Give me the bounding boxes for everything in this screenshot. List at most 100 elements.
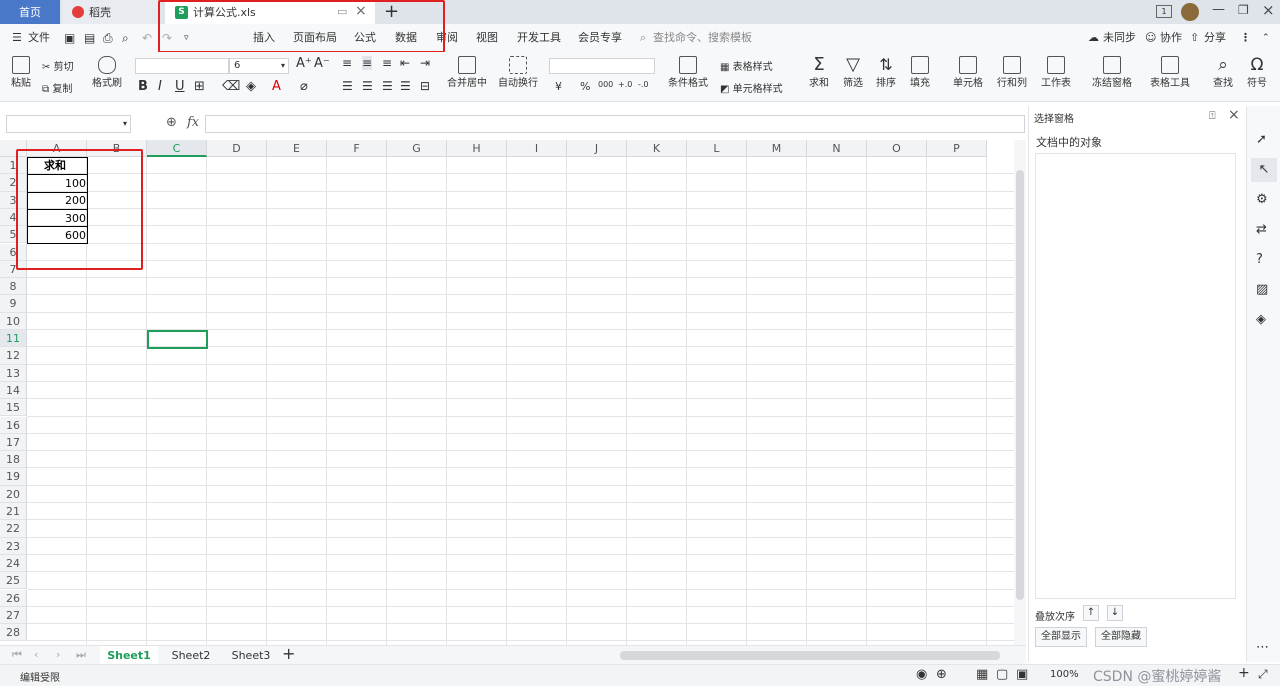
redo-icon[interactable]: ↷ — [162, 24, 172, 52]
page-break-view-icon[interactable]: ▣ — [1016, 667, 1028, 682]
row-header-18[interactable]: 18 — [0, 451, 27, 469]
conditional-format-button[interactable]: 条件格式 — [664, 56, 712, 89]
column-header-m[interactable]: M — [747, 140, 807, 157]
last-sheet-icon[interactable]: ⏭ — [76, 648, 86, 662]
column-header-b[interactable]: B — [87, 140, 147, 157]
erase-format-icon[interactable]: ⌫ — [222, 79, 240, 94]
command-search-input[interactable]: 查找命令、搜索模板 — [653, 24, 752, 52]
scrollbar-thumb[interactable] — [1016, 170, 1024, 600]
column-header-j[interactable]: J — [567, 140, 627, 157]
page-layout-view-icon[interactable]: ▢ — [996, 667, 1008, 682]
share-button[interactable]: 分享 — [1204, 24, 1226, 52]
rocket-icon[interactable]: ➚ — [1256, 132, 1267, 147]
hide-all-button[interactable]: 全部隐藏 — [1095, 627, 1147, 647]
pin-window-icon[interactable]: ▭ — [337, 5, 347, 18]
formula-input[interactable] — [205, 115, 1025, 133]
row-header-10[interactable]: 10 — [0, 312, 27, 330]
tab-daoke[interactable]: 稻壳 — [62, 0, 158, 24]
align-middle-icon[interactable]: ≡ — [362, 56, 373, 70]
bring-forward-button[interactable]: ↑ — [1083, 605, 1099, 621]
row-header-19[interactable]: 19 — [0, 468, 27, 486]
column-header-i[interactable]: I — [507, 140, 567, 157]
border-icon[interactable]: ⊞ — [194, 79, 205, 94]
column-header-k[interactable]: K — [627, 140, 687, 157]
collaborate-button[interactable]: 协作 — [1160, 24, 1182, 52]
row-header-9[interactable]: 9 — [0, 295, 27, 313]
normal-view-icon[interactable]: ▦ — [976, 667, 988, 682]
tab-file[interactable]: S 计算公式.xls ▭ × — [165, 0, 375, 24]
quick-access-dropdown-icon[interactable]: ▿ — [184, 24, 189, 52]
font-size-select[interactable]: 6 ▾ — [229, 58, 289, 74]
undo-icon[interactable]: ↶ — [142, 24, 152, 52]
column-header-a[interactable]: A — [27, 140, 87, 157]
object-list[interactable] — [1035, 153, 1236, 599]
filter-button[interactable]: ▽ 筛选 — [840, 56, 866, 90]
column-header-f[interactable]: F — [327, 140, 387, 157]
decrease-font-icon[interactable]: A⁻ — [314, 56, 330, 71]
align-center-icon[interactable]: ☰ — [362, 79, 373, 93]
table-style-button[interactable]: ▦ 表格样式 — [720, 58, 773, 73]
collapse-ribbon-icon[interactable]: ⌃ — [1262, 24, 1270, 52]
increase-indent-icon[interactable]: ⇥ — [420, 56, 430, 70]
row-header-16[interactable]: 16 — [0, 416, 27, 434]
pointer-icon[interactable]: ↖ — [1251, 158, 1277, 182]
close-tab-icon[interactable]: × — [355, 3, 367, 19]
split-view-icon[interactable]: ⊕ — [936, 667, 947, 682]
menu-tab-member[interactable]: 会员专享 — [578, 24, 622, 52]
row-header-12[interactable]: 12 — [0, 347, 27, 365]
bold-icon[interactable]: B — [138, 79, 148, 94]
name-box[interactable]: ▾ — [6, 115, 131, 133]
font-family-select[interactable] — [135, 58, 229, 74]
cell-style-button[interactable]: ◩ 单元格样式 — [720, 80, 783, 95]
cell-button[interactable]: 单元格 — [950, 56, 986, 89]
row-header-5[interactable]: 5 — [0, 226, 27, 244]
currency-icon[interactable]: ¥ — [555, 80, 562, 93]
sheet-tab-3[interactable]: Sheet3 — [222, 646, 280, 666]
sort-button[interactable]: ⇅ 排序 — [873, 56, 899, 90]
row-header-20[interactable]: 20 — [0, 485, 27, 503]
sum-button[interactable]: Σ 求和 — [806, 56, 832, 90]
justify-icon[interactable]: ☰ — [400, 79, 411, 93]
zoom-in-icon[interactable]: + — [1238, 665, 1250, 681]
decrease-indent-icon[interactable]: ⇤ — [400, 56, 410, 70]
row-header-1[interactable]: 1 — [0, 157, 27, 175]
restore-icon[interactable]: ❐ — [1238, 3, 1249, 17]
cell-a5[interactable]: 600 — [27, 227, 86, 244]
menu-tab-view[interactable]: 视图 — [476, 24, 498, 52]
thousands-icon[interactable]: 000 — [598, 80, 613, 89]
window-count-icon[interactable]: 1 — [1156, 5, 1172, 18]
row-header-2[interactable]: 2 — [0, 174, 27, 192]
fill-color-icon[interactable]: ◈ — [246, 79, 256, 94]
diamond-icon[interactable]: ◈ — [1256, 312, 1266, 327]
fx-icon[interactable]: fx — [187, 115, 199, 130]
pin-pane-icon[interactable]: ⍐ — [1209, 109, 1216, 123]
clear-icon[interactable]: ⌀ — [300, 79, 308, 94]
cell-a3[interactable]: 200 — [27, 192, 86, 209]
row-header-11[interactable]: 11 — [0, 330, 27, 348]
print-preview-icon[interactable]: ⌕ — [122, 24, 129, 52]
font-color-icon[interactable]: A — [272, 79, 281, 94]
tab-home[interactable]: 首页 — [0, 0, 60, 24]
vertical-scrollbar[interactable] — [1014, 140, 1026, 645]
row-header-8[interactable]: 8 — [0, 278, 27, 296]
sheet-tab-2[interactable]: Sheet2 — [162, 646, 220, 666]
zoom-level[interactable]: 100% — [1050, 669, 1079, 680]
menu-tab-insert[interactable]: 插入 — [253, 24, 275, 52]
increase-font-icon[interactable]: A⁺ — [296, 56, 312, 71]
symbol-button[interactable]: Ω 符号 — [1244, 56, 1270, 89]
row-header-4[interactable]: 4 — [0, 208, 27, 227]
transform-icon[interactable]: ⇄ — [1256, 222, 1267, 237]
active-cell-c11[interactable] — [147, 330, 208, 349]
menu-tab-page-layout[interactable]: 页面布局 — [293, 24, 337, 52]
row-header-17[interactable]: 17 — [0, 433, 27, 452]
settings-sliders-icon[interactable]: ⚙ — [1256, 192, 1268, 207]
row-header-25[interactable]: 25 — [0, 572, 27, 590]
menu-tab-developer[interactable]: 开发工具 — [517, 24, 561, 52]
merge-center-button[interactable]: 合并居中 — [443, 56, 491, 89]
column-header-n[interactable]: N — [807, 140, 867, 157]
row-header-24[interactable]: 24 — [0, 554, 27, 573]
align-bottom-icon[interactable]: ≡ — [382, 56, 392, 70]
increase-decimal-icon[interactable]: +.0 — [618, 80, 632, 89]
italic-icon[interactable]: I — [158, 79, 162, 94]
copy-button[interactable]: ⧉ 复制 — [42, 80, 72, 95]
